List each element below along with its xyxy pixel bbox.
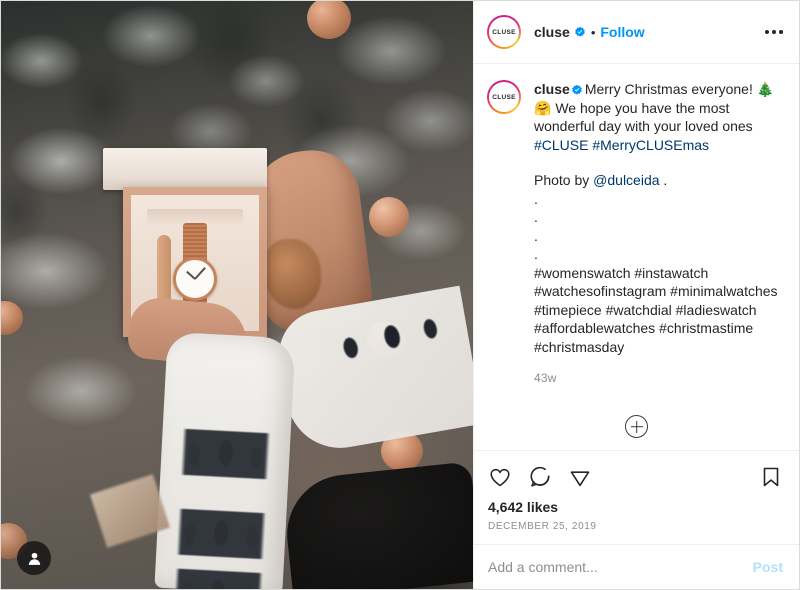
comment-input[interactable] [488,559,753,575]
post-date: DECEMBER 25, 2019 [488,521,597,532]
caption-main: cluse Merry Christmas everyone! 🎄 🤗 We h… [534,80,783,154]
ornament-bauble [369,197,409,237]
caption-inline-hashtags[interactable]: #CLUSE #MerryCLUSEmas [534,137,709,153]
more-options-icon[interactable] [763,24,785,40]
caption-photo-credit: Photo by @dulceida . [534,171,783,190]
instagram-post: CLUSE cluse • Follow CLUSE cluse Merry C… [0,0,800,590]
more-dot [772,30,776,34]
caption-avatar[interactable]: CLUSE [487,80,521,114]
caption-username[interactable]: cluse [534,81,570,97]
share-paper-plane-icon[interactable] [568,465,592,489]
gift-box-lid [103,148,267,190]
snowflake-pattern [168,508,275,560]
follow-button[interactable]: Follow [600,24,644,40]
caption-dot-line: . [534,246,538,262]
header-separator: • [590,24,596,40]
actions-row [488,459,783,493]
comment-bubble-icon[interactable] [528,465,552,489]
caption-avatar-label: CLUSE [489,82,519,112]
post-actions: 4,642 likes DECEMBER 25, 2019 [474,450,799,544]
avatar-label: CLUSE [489,17,519,47]
photo-credit-prefix: Photo by [534,172,594,188]
comment-bar: Post [474,544,799,589]
watch-minute-hand [194,267,206,280]
watch-dial [173,257,217,301]
post-photo [1,1,473,589]
post-header: CLUSE cluse • Follow [474,1,799,64]
more-dot [765,30,769,34]
tagged-people-icon[interactable] [17,541,51,575]
knit-sleeve [154,331,296,589]
caption-timestamp: 43w [534,371,557,385]
snowflake-pattern [165,568,272,589]
snowflake-pattern [172,428,279,480]
avatar[interactable]: CLUSE [487,15,521,49]
dark-clothing [281,461,473,589]
bookmark-icon[interactable] [759,465,783,489]
verified-badge-icon [574,26,585,37]
photo-credit-suffix: . [659,172,668,188]
caption-dot-line: . [534,209,538,225]
caption-line-1: Merry Christmas everyone! 🎄 [584,81,775,97]
post-sidebar: CLUSE cluse • Follow CLUSE cluse Merry C… [473,1,799,589]
post-comment-button[interactable]: Post [753,559,783,575]
likes-count[interactable]: 4,642 likes [488,493,783,515]
heart-icon[interactable] [488,465,512,489]
plus-circle-icon[interactable] [625,415,648,438]
header-usernames: cluse • Follow [534,24,763,40]
ornament-bauble [1,301,23,335]
caption-body: cluse Merry Christmas everyone! 🎄 🤗 We h… [534,80,783,385]
carousel-add-row [474,411,799,450]
caption-dot-line: . [534,190,538,207]
caption-row: CLUSE cluse Merry Christmas everyone! 🎄 … [487,80,783,385]
caption-area: CLUSE cluse Merry Christmas everyone! 🎄 … [474,64,799,411]
verified-badge-icon [571,84,582,95]
header-username[interactable]: cluse [534,24,570,40]
caption-line-2: 🤗 We hope you have the most wonderful da… [534,99,753,135]
caption-hashtags[interactable]: #womenswatch #instawatch #watchesofinsta… [534,264,783,357]
ornament-bauble [307,1,351,39]
more-dot [779,30,783,34]
post-media[interactable] [1,1,473,589]
caption-dot-line: . [534,227,538,244]
photo-credit-mention[interactable]: @dulceida [593,172,659,188]
